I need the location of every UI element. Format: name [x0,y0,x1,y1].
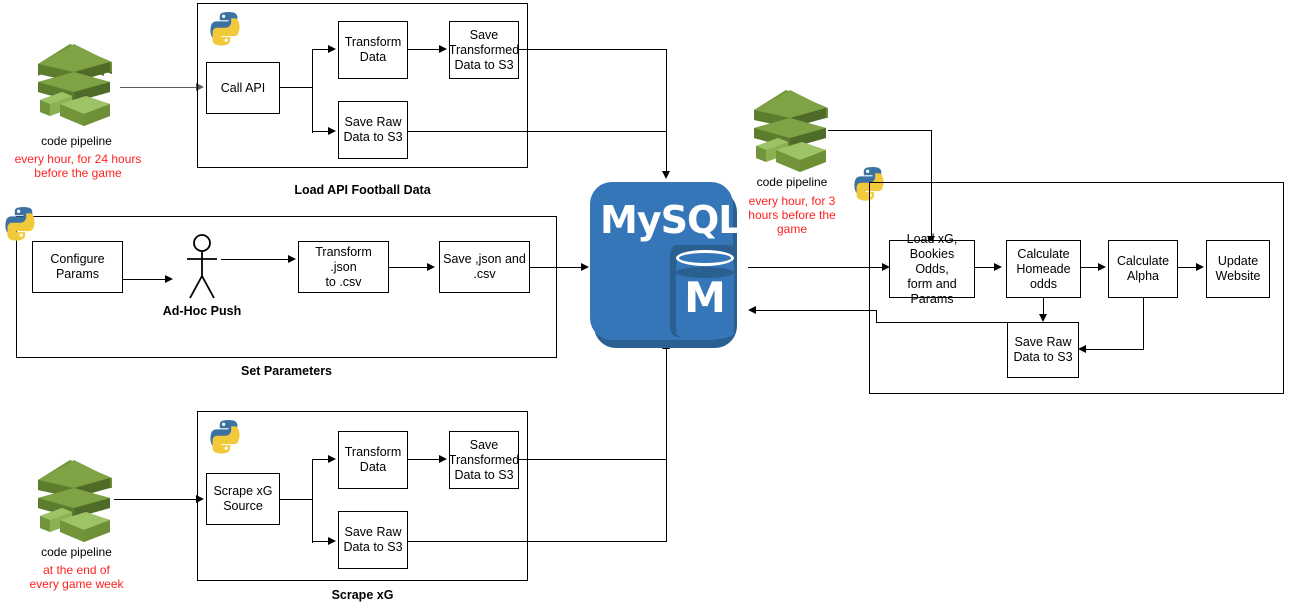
arrowhead-to-transform-api [328,45,336,53]
edge-adhoc-to-transform-json [221,259,292,261]
node-save-raw-data-xg[interactable]: Save Raw Data to S3 [338,511,408,569]
edge-transform-json-to-save [389,267,431,269]
edge-alpha-to-update-website [1178,267,1198,269]
arrowhead-homemade-to-save [1039,314,1047,322]
codepipeline-label-api: code pipeline [41,134,112,148]
codepipeline-schedule-api: every hour, for 24 hours before the game [14,152,142,180]
mysql-cylinder-bottom [676,326,734,340]
node-transform-data-api[interactable]: Transform Data [338,21,408,79]
mysql-cylinder-badge: M [684,273,726,322]
edge-back-to-db [756,310,877,312]
group-label-scrape-xg: Scrape xG [331,588,394,602]
edge-save-raw-odds-up [876,310,878,323]
edge-save-transformed-api-to-db [519,49,667,51]
edge-codepipeline-to-call-api [120,87,202,89]
group-odds-top-border [869,182,1284,184]
arrowhead-adhoc-to-transform-json [288,255,296,263]
arrowhead-transform-to-save-api [439,45,447,53]
edge-alpha-down [1143,298,1145,350]
arrowhead-configure-to-adhoc [165,275,173,283]
python-icon [210,419,240,454]
edge-save-raw-odds-left [876,322,1008,324]
codepipeline-schedule-odds: every hour, for 3 hours before the game [748,194,836,236]
node-save-raw-data-odds[interactable]: Save Raw Data to S3 [1007,322,1079,378]
edge-save-transformed-xg-to-db [519,459,667,461]
edge-codepipeline-odds-right [828,130,932,132]
group-odds-bottom-border [869,393,1284,395]
aws-codepipeline-icon [38,44,112,126]
node-update-website[interactable]: Update Website [1206,240,1270,298]
python-icon [210,11,240,46]
arrowhead-to-transform-xg [328,455,336,463]
adhoc-push-actor-icon [187,234,217,299]
arrowhead-back-to-db [748,306,756,314]
diagram-canvas: code pipeline every hour, for 24 hours b… [0,0,1289,604]
python-icon [5,206,35,241]
edge-xg-up-to-db [666,347,668,542]
arrowhead-save-json-to-db [581,263,589,271]
mysql-cylinder-top [676,250,734,266]
node-transform-data-xg[interactable]: Transform Data [338,431,408,489]
edge-codepipeline-to-scrape [114,499,202,501]
mysql-database-logo: MySQL M [590,182,750,352]
node-load-xg-bookies-odds[interactable]: Load xG, Bookies Odds, form and Params [889,232,975,306]
edge-save-raw-api-to-db [408,131,667,133]
node-calculate-homemade-odds[interactable]: Calculate Homeade odds [1006,240,1081,298]
edge-scrape-split [312,459,314,543]
aws-codepipeline-icon [754,90,828,172]
arrowhead-load-to-calc-homemade [994,263,1002,271]
edge-call-api-split [312,49,314,133]
edge-codepipeline-odds-down [931,130,933,240]
node-save-transformed-data-api[interactable]: Save Transformed Data to S3 [449,21,519,79]
edge-save-raw-xg-to-db [408,541,667,543]
codepipeline-label-odds: code pipeline [756,175,828,189]
group-odds-left-border [869,182,871,394]
arrowhead-alpha-to-update-website [1196,263,1204,271]
group-label-set-parameters: Set Parameters [240,364,333,378]
node-save-raw-data-api[interactable]: Save Raw Data to S3 [338,101,408,159]
node-calculate-alpha[interactable]: Calculate Alpha [1108,240,1178,298]
mysql-logo-wordmark: MySQL [600,198,742,242]
edge-alpha-left-to-save [1084,349,1144,351]
arrowhead-api-to-db [662,171,670,179]
edge-db-to-load-xg [748,267,886,269]
node-save-json-and-csv[interactable]: Save ,json and .csv [439,241,530,293]
group-odds-right-border [1283,182,1285,394]
node-scrape-xg-source[interactable]: Scrape xG Source [206,473,280,525]
codepipeline-label-xg: code pipeline [41,545,112,559]
arrowhead-transform-json-to-save [427,263,435,271]
aws-codepipeline-icon [38,460,112,542]
arrowhead-to-save-raw-xg [328,537,336,545]
group-label-load-api: Load API Football Data [294,183,431,197]
adhoc-push-label: Ad-Hoc Push [162,304,242,318]
edge-save-json-to-db [530,267,586,269]
arrowhead-to-save-raw-api [328,127,336,135]
edge-scrape-out [280,499,313,501]
codepipeline-schedule-xg: at the end of every game week [29,563,124,591]
node-call-api[interactable]: Call API [206,62,280,114]
edge-api-down-to-db [666,49,668,175]
arrowhead-alpha-to-save [1078,345,1086,353]
edge-configure-to-adhoc [123,279,169,281]
node-save-transformed-data-xg[interactable]: Save Transformed Data to S3 [449,431,519,489]
node-transform-json-to-csv[interactable]: Transform .json to .csv [298,241,389,293]
arrowhead-transform-to-save-xg [439,455,447,463]
arrowhead-calc-homemade-to-alpha [1098,263,1106,271]
node-configure-params[interactable]: Configure Params [32,241,123,293]
edge-call-api-out [280,87,313,89]
